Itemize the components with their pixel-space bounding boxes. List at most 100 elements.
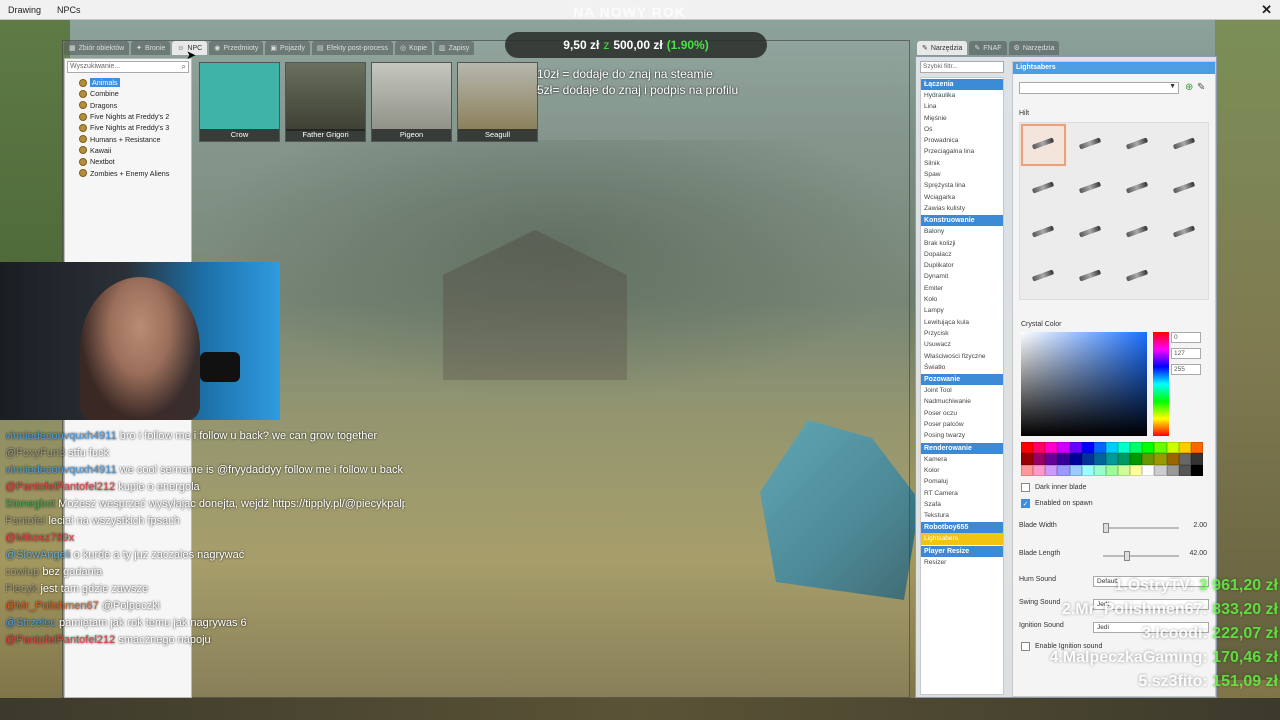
tool-item[interactable]: Koło [921, 294, 1003, 305]
palette-swatch[interactable] [1166, 453, 1179, 465]
enabled-on-spawn-checkbox[interactable]: ✓ Enabled on spawn [1021, 499, 1093, 508]
hilt-model-icon[interactable] [1114, 211, 1161, 255]
npc-card-father-grigori[interactable]: Father Grigori [285, 62, 366, 142]
tool-item[interactable]: Przeciągalna lina [921, 146, 1003, 157]
palette-swatch[interactable] [1105, 453, 1119, 465]
palette-swatch[interactable] [1130, 453, 1143, 465]
chat-username[interactable]: vinniedeconvquxh4911 [5, 430, 117, 442]
chat-username[interactable]: @PantofelPantofel212 [5, 634, 115, 646]
chat-username[interactable]: @Mikosz789x [5, 532, 74, 544]
tool-item[interactable]: Pomaluj [921, 476, 1003, 487]
palette-swatch[interactable] [1057, 464, 1070, 476]
hilt-model-icon[interactable] [1020, 255, 1067, 299]
palette-swatch[interactable] [1033, 464, 1046, 476]
hilt-model-icon[interactable] [1067, 123, 1114, 167]
slider-knob[interactable] [1103, 523, 1109, 533]
palette-swatch[interactable] [1081, 464, 1094, 476]
palette-swatch[interactable] [1178, 464, 1191, 476]
npc-category-item[interactable]: Dragons [79, 100, 169, 111]
menu-drawing[interactable]: Drawing [8, 5, 41, 15]
tool-item[interactable]: Brak kolizji [921, 238, 1003, 249]
palette-swatch[interactable] [1178, 453, 1191, 465]
chat-username[interactable]: cowlup [5, 566, 39, 578]
npc-card-crow[interactable]: Crow [199, 62, 280, 142]
chat-username[interactable]: @SlowAngeli [5, 549, 71, 561]
menu-npcs[interactable]: NPCs [57, 5, 81, 15]
npc-category-item[interactable]: Kawaii [79, 145, 169, 156]
tool-item[interactable]: Lightsabers [921, 533, 1003, 545]
checkbox-box[interactable] [1021, 483, 1030, 492]
tool-item[interactable]: Oś [921, 124, 1003, 135]
tool-item[interactable]: Prowadnica [921, 135, 1003, 146]
palette-swatch[interactable] [1142, 442, 1155, 454]
tool-item[interactable]: Mięśnie [921, 113, 1003, 124]
palette-swatch[interactable] [1081, 453, 1094, 465]
tool-category-header[interactable]: Konstruowanie [921, 215, 1003, 227]
tool-item[interactable]: Tekstura [921, 510, 1003, 521]
tool-item[interactable]: Dopalacz [921, 249, 1003, 260]
tool-item[interactable]: Poser palców [921, 419, 1003, 430]
chat-username[interactable]: Piecyk [5, 583, 37, 595]
palette-swatch[interactable] [1118, 464, 1131, 476]
tab-dupes[interactable]: ◎ Kopie [394, 41, 432, 55]
hilt-model-icon[interactable] [1067, 211, 1114, 255]
blade-length-slider[interactable]: Blade Length 42.00 [1019, 550, 1215, 562]
tool-item[interactable]: Lina [921, 101, 1003, 112]
tool-item[interactable]: RT Camera [921, 488, 1003, 499]
npc-search-input[interactable]: Wyszukiwanie... ⌕ [67, 61, 189, 73]
tab-fnaf[interactable]: ✎ FNAF [969, 41, 1007, 55]
palette-swatch[interactable] [1130, 464, 1143, 476]
palette-swatch[interactable] [1166, 442, 1179, 454]
palette-swatch[interactable] [1093, 464, 1106, 476]
palette-swatch[interactable] [1118, 442, 1131, 454]
palette-swatch[interactable] [1166, 464, 1179, 476]
tool-item[interactable]: Światło [921, 362, 1003, 373]
palette-swatch[interactable] [1021, 453, 1034, 465]
chat-username[interactable]: @FoxyFun3 [5, 447, 65, 459]
tool-item[interactable]: Nadmuchiwanie [921, 396, 1003, 407]
palette-swatch[interactable] [1021, 442, 1034, 454]
palette-swatch[interactable] [1069, 464, 1082, 476]
tab-tools[interactable]: ✎ Narzędzia [917, 41, 968, 55]
tool-item[interactable]: Hydraulika [921, 90, 1003, 101]
tool-item[interactable]: Joint Tool [921, 385, 1003, 396]
tool-item[interactable]: Silnik [921, 158, 1003, 169]
npc-category-item[interactable]: Nextbot [79, 156, 169, 167]
tool-item[interactable]: Zawias kulisty [921, 203, 1003, 214]
npc-category-item[interactable]: Humans + Resistance [79, 133, 169, 144]
hilt-model-icon[interactable] [1020, 167, 1067, 211]
palette-swatch[interactable] [1045, 442, 1058, 454]
tool-category-header[interactable]: Łączenia [921, 79, 1003, 90]
palette-swatch[interactable] [1021, 464, 1034, 476]
tool-item[interactable]: Usuwacz [921, 339, 1003, 350]
palette-swatch[interactable] [1093, 442, 1106, 454]
tool-item[interactable]: Lampy [921, 305, 1003, 316]
tool-item[interactable]: Właściwości fizyczne [921, 351, 1003, 362]
palette-swatch[interactable] [1081, 442, 1094, 454]
green-input[interactable]: 127 [1171, 348, 1201, 359]
color-picker-square[interactable] [1021, 332, 1147, 436]
slider-knob[interactable] [1124, 551, 1130, 561]
palette-swatch[interactable] [1045, 464, 1058, 476]
palette-swatch[interactable] [1118, 453, 1131, 465]
tab-props[interactable]: ▦ Zbiór obiektów [64, 41, 130, 55]
tool-item[interactable]: Wciągarka [921, 192, 1003, 203]
palette-swatch[interactable] [1142, 453, 1155, 465]
dark-inner-blade-checkbox[interactable]: Dark inner blade [1021, 483, 1086, 492]
blue-input[interactable]: 255 [1171, 364, 1201, 375]
add-preset-icon[interactable]: ⊕ [1185, 82, 1193, 93]
palette-swatch[interactable] [1105, 442, 1119, 454]
chat-username[interactable]: @PantofelPantofel212 [5, 481, 115, 493]
palette-swatch[interactable] [1033, 453, 1046, 465]
tool-category-header[interactable]: Player Resize [921, 545, 1003, 557]
palette-swatch[interactable] [1178, 442, 1191, 454]
chat-username[interactable]: @Mr_Polishmen67 [5, 600, 99, 612]
blade-width-slider[interactable]: Blade Width 2.00 [1019, 522, 1215, 534]
hilt-model-icon[interactable] [1067, 167, 1114, 211]
npc-category-item[interactable]: Five Nights at Freddy's 2 [79, 111, 169, 122]
red-input[interactable]: 0 [1171, 332, 1201, 343]
tool-item[interactable]: Sprężysta lina [921, 180, 1003, 191]
hilt-model-icon[interactable] [1161, 167, 1208, 211]
npc-card-pigeon[interactable]: Pigeon [371, 62, 452, 142]
tool-category-header[interactable]: Robotboy655 [921, 522, 1003, 534]
